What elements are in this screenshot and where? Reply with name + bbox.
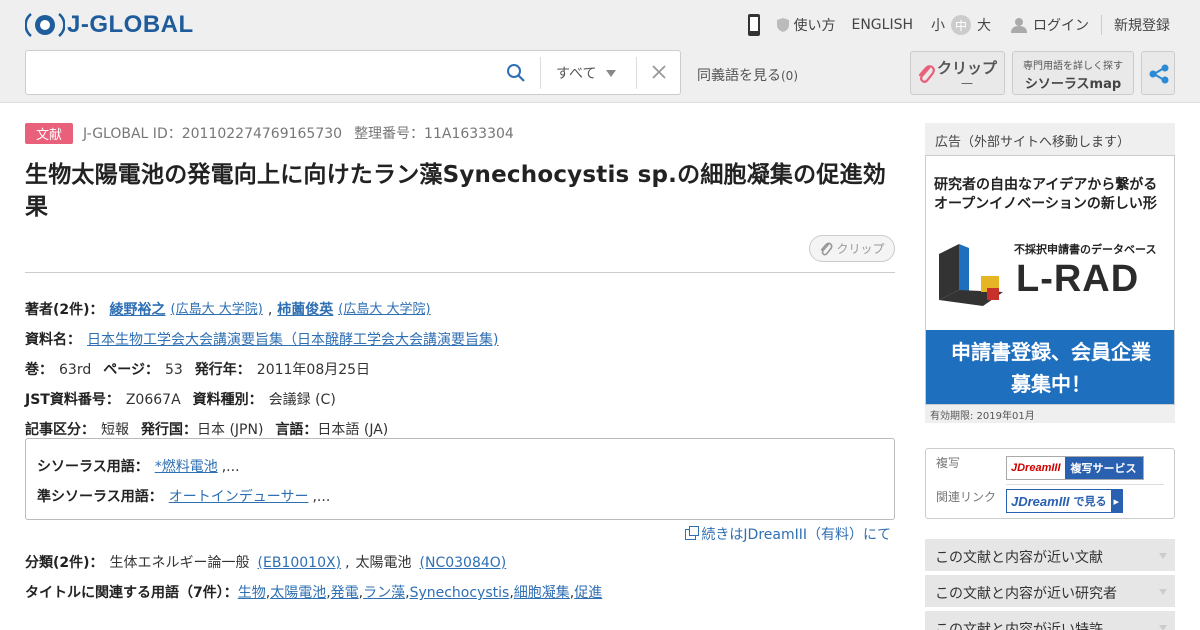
jdream-more-link[interactable]: 続きはJDreamIII（有料）にて: [685, 524, 891, 544]
quasi-thesaurus-row: 準シソーラス用語： オートインデューサー ,...: [37, 487, 331, 507]
clip-article-button[interactable]: クリップ: [809, 235, 895, 262]
search-divider: [540, 57, 541, 89]
author-affiliation[interactable]: (広島大 大学院): [338, 300, 430, 320]
term-link[interactable]: ラン藻: [363, 583, 405, 603]
search-icon[interactable]: [506, 63, 526, 83]
shield-icon: [777, 18, 790, 32]
font-size-medium[interactable]: 中: [951, 15, 971, 35]
thesaurus-map-button[interactable]: 専門用語を詳しく探す シソーラスmap: [1012, 51, 1134, 95]
class-code-link[interactable]: (EB10010X): [258, 553, 342, 573]
ad-banner[interactable]: 研究者の自由なアイデアから繋がる オープンイノベーションの新しい形 不採択申請書…: [925, 155, 1175, 405]
share-button[interactable]: [1141, 51, 1175, 95]
term-link[interactable]: 促進: [574, 583, 602, 603]
similar-articles-accordion[interactable]: この文献と内容が近い文献: [925, 539, 1175, 571]
ad-header: 広告（外部サイトへ移動します）: [925, 123, 1175, 155]
font-size-switcher: 小 中 大: [931, 15, 991, 35]
quasi-term-link[interactable]: オートインデューサー: [169, 487, 309, 507]
search-box: すべて: [25, 50, 681, 95]
dropdown-arrow-icon: [606, 69, 617, 77]
related-terms-row: タイトルに関連する用語（7件）： 生物, 太陽電池, 発電, ラン藻, Syne…: [25, 583, 603, 603]
ad-expiry: 有効期限: 2019年01月: [925, 405, 1175, 423]
search-divider-2: [636, 57, 637, 89]
logo-text: J-GLOBAL: [67, 11, 194, 38]
thesaurus-term-link[interactable]: *燃料電池: [155, 457, 218, 477]
ad-subtitle: 不採択申請書のデータベース: [1014, 243, 1157, 256]
jdream-view-button[interactable]: JDreamIII で見る ▸: [1006, 489, 1124, 513]
site-header: J-GLOBAL 使い方 ENGLISH 小 中 大 ログイン 新規登録 すべて…: [0, 0, 1200, 103]
term-link[interactable]: 発電: [331, 583, 359, 603]
author-link[interactable]: 柿薗俊英: [277, 300, 333, 320]
thesaurus-row: シソーラス用語： *燃料電池 ,...: [37, 457, 240, 477]
font-size-small[interactable]: 小: [931, 15, 945, 35]
author-link[interactable]: 綾野裕之: [110, 300, 166, 320]
mobile-icon[interactable]: [747, 13, 761, 37]
ref-number: 整理番号：11A1633304: [354, 126, 514, 142]
term-link[interactable]: 太陽電池: [270, 583, 326, 603]
paperclip-icon: [918, 65, 935, 83]
synonyms-link[interactable]: 同義語を見る(0): [697, 65, 798, 85]
classification-fields: 分類(2件)： 生体エネルギー論一般 (EB10010X) , 太陽電池 (NC…: [25, 548, 895, 608]
author-affiliation[interactable]: (広島大 大学院): [171, 300, 263, 320]
jst-row: JST資料番号： Z0667A 資料種別： 会議録 (C): [25, 392, 336, 408]
ad-headline: 研究者の自由なアイデアから繋がる オープンイノベーションの新しい形: [934, 177, 1158, 212]
font-size-large[interactable]: 大: [977, 15, 991, 35]
related-links-label: 関連リンク: [936, 490, 997, 504]
source-row: 資料名： 日本生物工学会大会講演要旨集（日本醗酵工学会大会講演要旨集): [25, 330, 499, 350]
site-logo[interactable]: J-GLOBAL: [25, 10, 194, 40]
term-link[interactable]: 細胞凝集: [514, 583, 570, 603]
chevron-down-icon: [1159, 589, 1167, 595]
copy-service-button[interactable]: JDreamIII 複写サービス: [1006, 456, 1144, 480]
user-icon: [1011, 18, 1027, 33]
class-code-link[interactable]: (NC03084O): [420, 553, 507, 573]
search-input[interactable]: [34, 59, 504, 87]
ad-cta: 申請書登録、会員企業 募集中！: [926, 330, 1174, 404]
ad-brand: L-RAD: [1016, 258, 1140, 300]
nav-divider: [1101, 15, 1102, 35]
register-link[interactable]: 新規登録: [1114, 15, 1170, 35]
title-divider: [25, 272, 895, 273]
lrad-logo-icon: [939, 244, 1003, 306]
search-scope-select[interactable]: すべて: [556, 63, 617, 83]
how-to-link[interactable]: 使い方: [777, 15, 835, 35]
copy-label: 複写: [936, 456, 961, 470]
jglobal-id: J-GLOBAL ID：201102274769165730: [83, 126, 343, 142]
english-link[interactable]: ENGLISH: [851, 17, 913, 33]
services-divider: [1006, 484, 1164, 485]
type-tag: 文献: [25, 122, 74, 144]
article-meta: 文献 J-GLOBAL ID：201102274769165730 整理番号：1…: [25, 122, 895, 144]
chevron-down-icon: [1159, 553, 1167, 559]
top-nav: 使い方 ENGLISH 小 中 大 ログイン 新規登録: [747, 12, 1170, 38]
close-icon[interactable]: [650, 63, 668, 81]
logo-icon: [25, 13, 65, 37]
thesaurus-panel: シソーラス用語： *燃料電池 ,... 準シソーラス用語： オートインデューサー…: [25, 438, 895, 520]
article-fields: 著者(2件)： 綾野裕之 (広島大 大学院) , 柿薗俊英 (広島大 大学院) …: [25, 295, 895, 445]
authors-row: 著者(2件)： 綾野裕之 (広島大 大学院) , 柿薗俊英 (広島大 大学院): [25, 300, 431, 320]
chevron-down-icon: [1159, 625, 1167, 630]
arrow-right-icon: ▸: [1110, 490, 1123, 512]
services-box: 複写 JDreamIII 複写サービス 関連リンク JDreamIII で見る …: [925, 448, 1175, 519]
share-icon: [1149, 64, 1169, 84]
term-link[interactable]: Synechocystis: [410, 583, 510, 603]
login-link[interactable]: ログイン: [1011, 15, 1089, 35]
term-link[interactable]: 生物: [238, 583, 266, 603]
classification-row: 分類(2件)： 生体エネルギー論一般 (EB10010X) , 太陽電池 (NC…: [25, 553, 507, 573]
clip-button[interactable]: クリップ —: [910, 51, 1005, 95]
paperclip-icon: [821, 242, 833, 255]
similar-patents-accordion[interactable]: この文献と内容が近い特許: [925, 611, 1175, 630]
sidebar: 広告（外部サイトへ移動します） 研究者の自由なアイデアから繋がる オープンイノベ…: [925, 123, 1175, 630]
external-link-icon: [685, 525, 700, 540]
volume-row: 巻： 63rd ページ： 53 発行年： 2011年08月25日: [25, 362, 371, 378]
source-link[interactable]: 日本生物工学会大会講演要旨集（日本醗酵工学会大会講演要旨集): [87, 330, 498, 350]
similar-researchers-accordion[interactable]: この文献と内容が近い研究者: [925, 575, 1175, 607]
page-title: 生物太陽電池の発電向上に向けたラン藻Synechocystis sp.の細胞凝集…: [25, 162, 886, 220]
article-main: 文献 J-GLOBAL ID：201102274769165730 整理番号：1…: [25, 122, 895, 601]
